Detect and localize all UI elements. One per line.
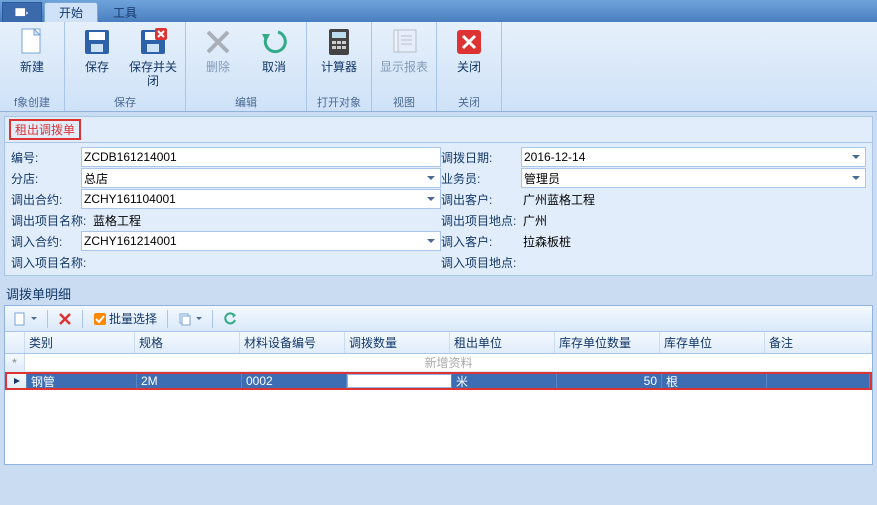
- ribbon-group-open: 计算器 打开对象: [307, 22, 372, 111]
- data-grid[interactable]: 类别 规格 材料设备编号 调拨数量 租出单位 库存单位数量 库存单位 备注 * …: [5, 332, 872, 464]
- ribbon-group-view: 显示报表 视图: [372, 22, 437, 111]
- chevron-down-icon[interactable]: [849, 171, 863, 185]
- label-out-loc: 调出项目地点:: [441, 212, 521, 229]
- field-out-proj: 蓝格工程: [91, 210, 441, 230]
- ribbon-group-close: 关闭 关闭: [437, 22, 502, 111]
- field-no[interactable]: ZCDB161214001: [81, 147, 441, 167]
- field-in-contract[interactable]: ZCHY161214001: [81, 231, 441, 251]
- delete-button: 删除: [190, 24, 246, 92]
- grid-header-row: 类别 规格 材料设备编号 调拨数量 租出单位 库存单位数量 库存单位 备注: [5, 332, 872, 354]
- form-title: 租出调拨单: [4, 116, 873, 143]
- show-report-button: 显示报表: [376, 24, 432, 92]
- col-code[interactable]: 材料设备编号: [240, 332, 345, 353]
- tb-batch-button[interactable]: 批量选择: [89, 309, 161, 329]
- cell-unit1[interactable]: 米: [452, 374, 557, 388]
- label-branch: 分店:: [11, 170, 81, 187]
- detail-heading: 调拨单明细: [4, 282, 873, 305]
- floppy-close-icon: [137, 26, 169, 58]
- label-clerk: 业务员:: [441, 170, 521, 187]
- col-spec[interactable]: 规格: [135, 332, 240, 353]
- chevron-down-icon[interactable]: [424, 171, 438, 185]
- grid-toolbar: 批量选择: [5, 306, 872, 332]
- tb-new-button[interactable]: [9, 309, 41, 329]
- new-doc-icon: [16, 26, 48, 58]
- calculator-icon: [323, 26, 355, 58]
- cell-stock[interactable]: 50: [557, 374, 662, 388]
- col-unit2[interactable]: 库存单位: [660, 332, 765, 353]
- cell-category[interactable]: 钢管: [27, 374, 137, 388]
- col-qty[interactable]: 调拨数量: [345, 332, 450, 353]
- label-in-loc: 调入项目地点:: [441, 254, 521, 271]
- new-button[interactable]: 新建: [4, 24, 60, 92]
- label-date: 调拨日期:: [441, 149, 521, 166]
- grid-body[interactable]: * 新增资料 钢管 2M 0002 100 米 50 根: [5, 354, 872, 464]
- cell-spec[interactable]: 2M: [137, 374, 242, 388]
- floppy-icon: [81, 26, 113, 58]
- label-in-contract: 调入合约:: [11, 233, 81, 250]
- ribbon-group-create: 新建 f象创建: [0, 22, 65, 111]
- label-out-contract: 调出合约:: [11, 191, 81, 208]
- form-title-highlight: 租出调拨单: [9, 119, 81, 140]
- tab-tools[interactable]: 工具: [98, 2, 152, 22]
- new-row[interactable]: * 新增资料: [5, 354, 872, 372]
- label-out-cust: 调出客户:: [441, 191, 521, 208]
- ribbon-group-edit: 删除 取消 编辑: [186, 22, 307, 111]
- label-in-proj: 调入项目名称:: [11, 254, 91, 271]
- ribbon-tabbar: 开始 工具: [0, 0, 877, 22]
- cell-unit2[interactable]: 根: [662, 374, 767, 388]
- ribbon-group-save: 保存 保存并关闭 保存: [65, 22, 186, 111]
- col-stock[interactable]: 库存单位数量: [555, 332, 660, 353]
- field-out-cust: 广州蓝格工程: [521, 189, 866, 209]
- tb-delete-button[interactable]: [54, 309, 76, 329]
- label-out-proj: 调出项目名称:: [11, 212, 91, 229]
- cell-remark[interactable]: [767, 374, 870, 388]
- cancel-button[interactable]: 取消: [246, 24, 302, 92]
- col-unit1[interactable]: 租出单位: [450, 332, 555, 353]
- field-clerk[interactable]: 管理员: [521, 168, 866, 188]
- col-remark[interactable]: 备注: [765, 332, 872, 353]
- report-icon: [388, 26, 420, 58]
- chevron-down-icon[interactable]: [424, 234, 438, 248]
- label-in-cust: 调入客户:: [441, 233, 521, 250]
- tb-refresh-button[interactable]: [219, 309, 241, 329]
- delete-x-icon: [202, 26, 234, 58]
- close-button[interactable]: 关闭: [441, 24, 497, 92]
- cell-qty[interactable]: 100: [347, 374, 452, 388]
- calculator-button[interactable]: 计算器: [311, 24, 367, 92]
- tab-start[interactable]: 开始: [44, 2, 98, 22]
- chevron-down-icon[interactable]: [849, 150, 863, 164]
- app-menu-button[interactable]: [2, 2, 42, 22]
- field-out-loc: 广州: [521, 210, 866, 230]
- field-date[interactable]: 2016-12-14: [521, 147, 866, 167]
- field-in-loc: [521, 252, 866, 272]
- ribbon: 新建 f象创建 保存 保存并关闭 保存: [0, 22, 877, 112]
- cell-code[interactable]: 0002: [242, 374, 347, 388]
- grid-panel: 批量选择 类别 规格 材料设备编号 调拨数量 租出单位 库存单位数量 库存单位 …: [4, 305, 873, 465]
- field-branch[interactable]: 总店: [81, 168, 441, 188]
- form-panel: 编号: ZCDB161214001 调拨日期: 2016-12-14 分店: 总…: [4, 143, 873, 276]
- undo-icon: [258, 26, 290, 58]
- col-category[interactable]: 类别: [25, 332, 135, 353]
- chevron-down-icon[interactable]: [424, 192, 438, 206]
- field-in-proj: [91, 252, 441, 272]
- close-icon: [453, 26, 485, 58]
- save-close-button[interactable]: 保存并关闭: [125, 24, 181, 92]
- save-button[interactable]: 保存: [69, 24, 125, 92]
- tb-copy-button[interactable]: [174, 309, 206, 329]
- table-row[interactable]: 钢管 2M 0002 100 米 50 根: [5, 372, 872, 390]
- field-in-cust: 拉森板桩: [521, 231, 866, 251]
- label-no: 编号:: [11, 149, 81, 166]
- field-out-contract[interactable]: ZCHY161104001: [81, 189, 441, 209]
